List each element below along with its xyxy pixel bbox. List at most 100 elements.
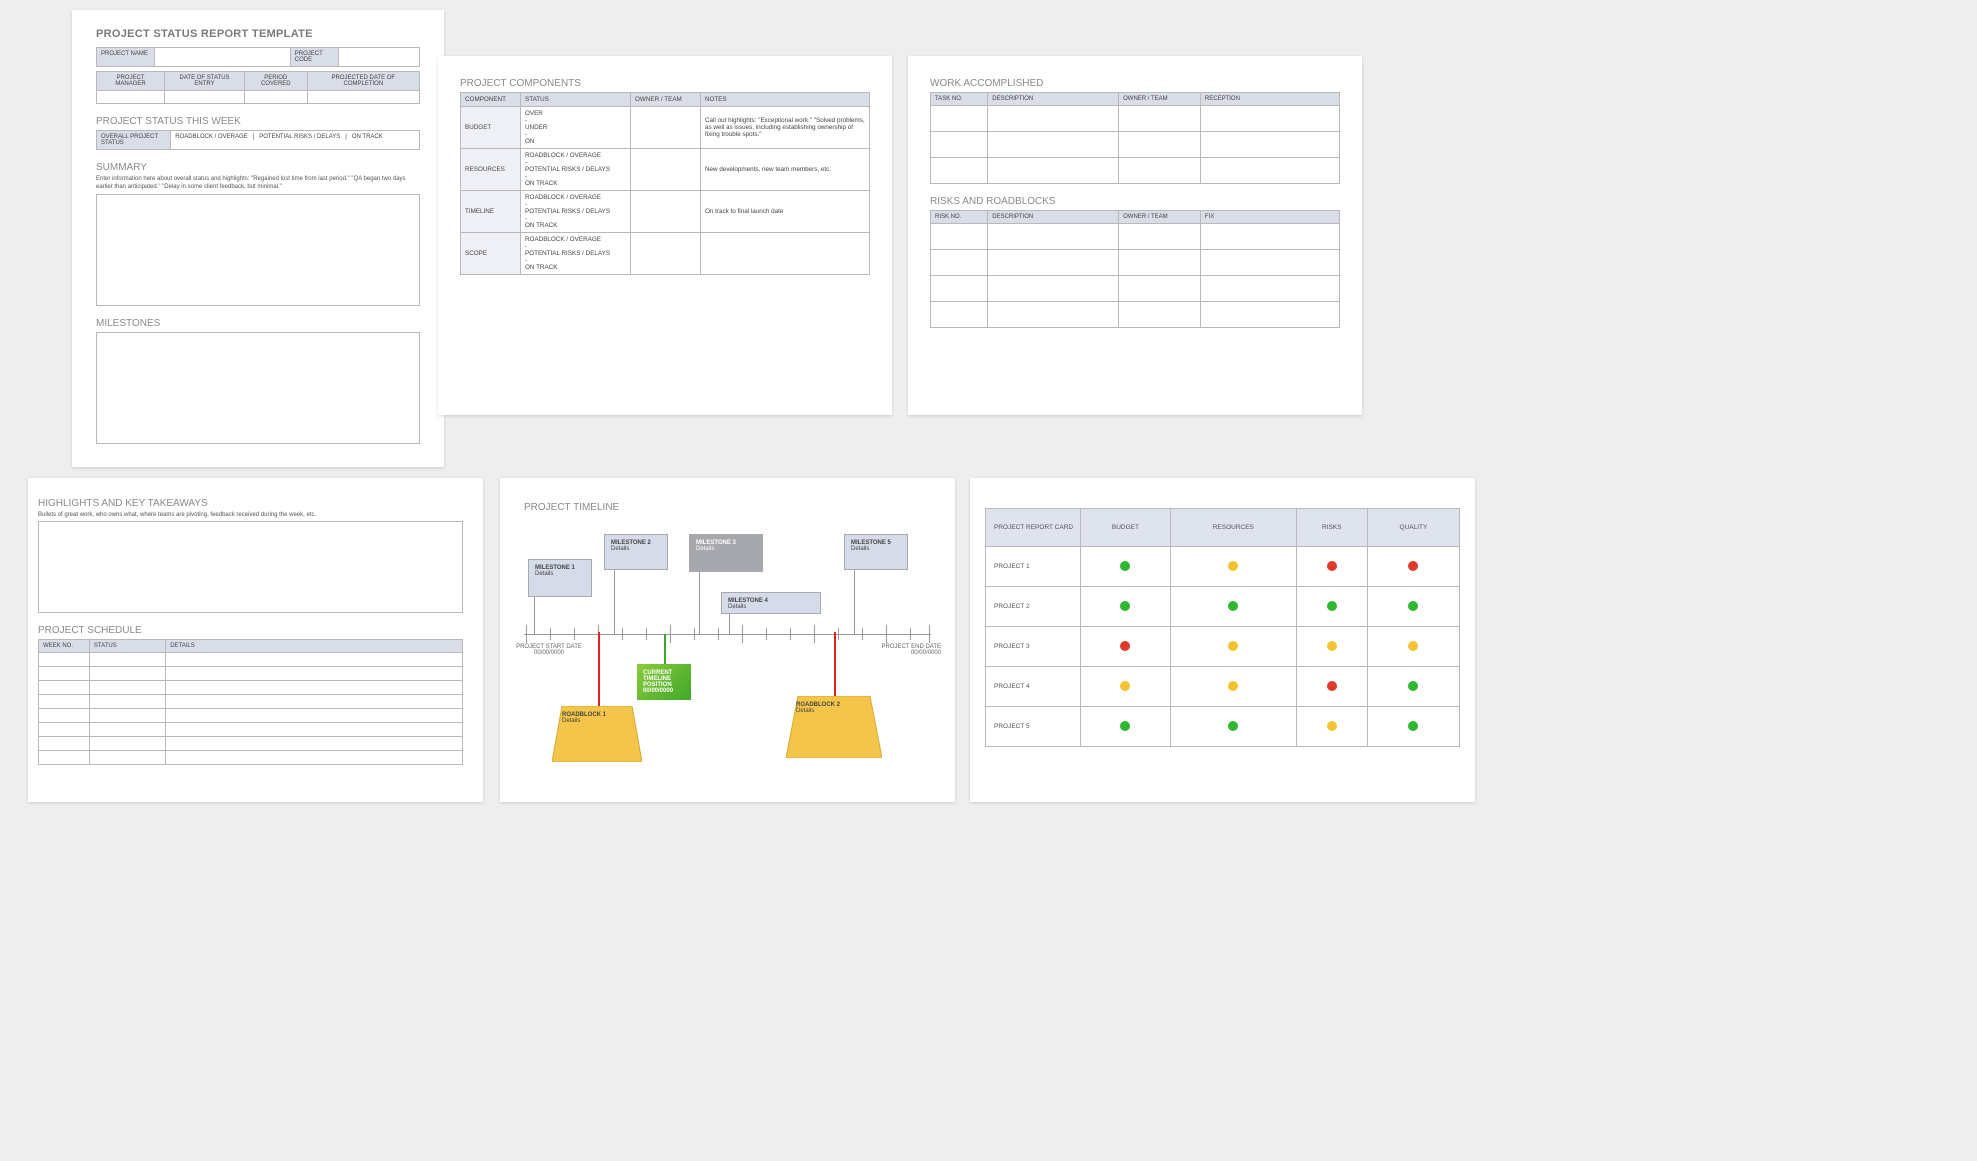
- tick-icon: [670, 625, 671, 643]
- notes-timeline[interactable]: On track to final launch date: [701, 191, 870, 233]
- project-meta-table: PROJECT MANAGER DATE OF STATUS ENTRY PER…: [96, 71, 420, 104]
- notes-scope[interactable]: [701, 233, 870, 275]
- milestones-textbox[interactable]: [96, 332, 420, 444]
- status-dot-icon: [1327, 561, 1337, 571]
- status-dot-icon: [1327, 601, 1337, 611]
- page-report-card: PROJECT REPORT CARD BUDGET RESOURCES RIS…: [970, 478, 1475, 802]
- status-timeline[interactable]: ROADBLOCK / OVERAGE - POTENTIAL RISKS / …: [521, 191, 631, 233]
- table-row[interactable]: [931, 158, 1340, 184]
- current-position-marker[interactable]: CURRENT TIMELINE POSITION00/00/0000: [637, 664, 691, 700]
- status-dot-icon: [1228, 561, 1238, 571]
- timeline-axis: [524, 634, 931, 635]
- rc-col-project: PROJECT REPORT CARD: [986, 509, 1081, 547]
- status-resources[interactable]: ROADBLOCK / OVERAGE - POTENTIAL RISKS / …: [521, 149, 631, 191]
- owner-scope[interactable]: [631, 233, 701, 275]
- project-code-value[interactable]: [339, 48, 420, 67]
- page-project-timeline: PROJECT TIMELINE MILESTONE 1Details MILE…: [500, 478, 955, 802]
- status-dot-icon: [1408, 721, 1418, 731]
- roadblock-box-2[interactable]: ROADBLOCK 2Details: [786, 696, 882, 758]
- highlights-title: HIGHLIGHTS AND KEY TAKEAWAYS: [38, 498, 463, 509]
- rc-col-quality: QUALITY: [1367, 509, 1459, 547]
- table-row[interactable]: [39, 751, 463, 765]
- timeline-title: PROJECT TIMELINE: [524, 502, 931, 513]
- start-date-label: PROJECT START DATE00/00/0000: [514, 644, 584, 656]
- table-row[interactable]: [39, 653, 463, 667]
- tick-icon: [814, 625, 815, 643]
- end-date-label: PROJECT END DATE00/00/0000: [871, 644, 941, 656]
- table-row[interactable]: [931, 224, 1340, 250]
- status-dot-cell: [1171, 707, 1297, 747]
- owner-budget[interactable]: [631, 107, 701, 149]
- status-dot-icon: [1408, 641, 1418, 651]
- tick-icon: [574, 628, 575, 640]
- pd-value[interactable]: [307, 91, 419, 104]
- report-card-row: PROJECT 3: [986, 627, 1460, 667]
- component-budget: BUDGET: [461, 107, 521, 149]
- notes-budget[interactable]: Call out highlights: "Exceptional work."…: [701, 107, 870, 149]
- component-scope: SCOPE: [461, 233, 521, 275]
- table-row[interactable]: [931, 132, 1340, 158]
- components-table: COMPONENT STATUS OWNER / TEAM NOTES BUDG…: [460, 92, 870, 275]
- status-dot-icon: [1408, 561, 1418, 571]
- row-timeline: TIMELINE ROADBLOCK / OVERAGE - POTENTIAL…: [461, 191, 870, 233]
- status-dot-icon: [1228, 601, 1238, 611]
- status-dot-cell: [1296, 587, 1367, 627]
- table-row[interactable]: [39, 709, 463, 723]
- connector-icon: [534, 596, 535, 634]
- status-dot-icon: [1228, 681, 1238, 691]
- summary-heading: SUMMARY: [96, 162, 420, 173]
- dse-value[interactable]: [165, 91, 245, 104]
- highlights-textbox[interactable]: [38, 521, 463, 613]
- table-row[interactable]: [931, 106, 1340, 132]
- rr-col-fix: FIX: [1200, 211, 1339, 224]
- owner-timeline[interactable]: [631, 191, 701, 233]
- pd-label: PROJECTED DATE OF COMPLETION: [307, 72, 419, 91]
- wa-col-task: TASK NO.: [931, 93, 988, 106]
- summary-description: Enter information here about overall sta…: [96, 176, 420, 191]
- pm-value[interactable]: [97, 91, 165, 104]
- status-dot-icon: [1228, 721, 1238, 731]
- table-row[interactable]: [931, 250, 1340, 276]
- summary-textbox[interactable]: [96, 194, 420, 306]
- status-dot-cell: [1080, 587, 1170, 627]
- report-card-row: PROJECT 5: [986, 707, 1460, 747]
- owner-resources[interactable]: [631, 149, 701, 191]
- milestone-box-4[interactable]: MILESTONE 4Details: [721, 592, 821, 614]
- roadblock-box-1[interactable]: ROADBLOCK 1Details: [552, 706, 642, 762]
- project-name-value[interactable]: [155, 48, 291, 67]
- pc-value[interactable]: [244, 91, 307, 104]
- milestone-box-5[interactable]: MILESTONE 5Details: [844, 534, 908, 570]
- report-card-table: PROJECT REPORT CARD BUDGET RESOURCES RIS…: [985, 508, 1460, 747]
- notes-resources[interactable]: New developments, new team members, etc.: [701, 149, 870, 191]
- rc-project-name: PROJECT 1: [986, 547, 1081, 587]
- table-row[interactable]: [39, 695, 463, 709]
- col-status: STATUS: [521, 93, 631, 107]
- milestones-heading: MILESTONES: [96, 318, 420, 329]
- report-card-row: PROJECT 2: [986, 587, 1460, 627]
- milestone-box-3[interactable]: MILESTONE 3Details: [689, 534, 763, 572]
- status-budget[interactable]: OVER - UNDER - ON: [521, 107, 631, 149]
- status-scope[interactable]: ROADBLOCK / OVERAGE - POTENTIAL RISKS / …: [521, 233, 631, 275]
- table-row[interactable]: [931, 302, 1340, 328]
- page-project-components: PROJECT COMPONENTS COMPONENT STATUS OWNE…: [438, 56, 892, 415]
- table-row[interactable]: [39, 681, 463, 695]
- table-row[interactable]: [39, 737, 463, 751]
- status-dot-icon: [1120, 561, 1130, 571]
- table-row[interactable]: [39, 723, 463, 737]
- rc-col-budget: BUDGET: [1080, 509, 1170, 547]
- milestone-box-2[interactable]: MILESTONE 2Details: [604, 534, 668, 570]
- risks-roadblocks-table: RISK NO. DESCRIPTION OWNER / TEAM FIX: [930, 210, 1340, 328]
- overall-status-value[interactable]: ROADBLOCK / OVERAGE | POTENTIAL RISKS / …: [171, 131, 420, 150]
- status-dot-cell: [1367, 707, 1459, 747]
- milestone-box-1[interactable]: MILESTONE 1Details: [528, 559, 592, 597]
- status-dot-icon: [1327, 681, 1337, 691]
- table-row[interactable]: [931, 276, 1340, 302]
- table-row[interactable]: [39, 667, 463, 681]
- rr-col-desc: DESCRIPTION: [988, 211, 1119, 224]
- sched-col-details: DETAILS: [166, 640, 463, 653]
- status-dot-icon: [1327, 721, 1337, 731]
- connector-icon: [614, 568, 615, 634]
- components-title: PROJECT COMPONENTS: [460, 78, 870, 89]
- tick-icon: [766, 628, 767, 640]
- status-dot-cell: [1367, 587, 1459, 627]
